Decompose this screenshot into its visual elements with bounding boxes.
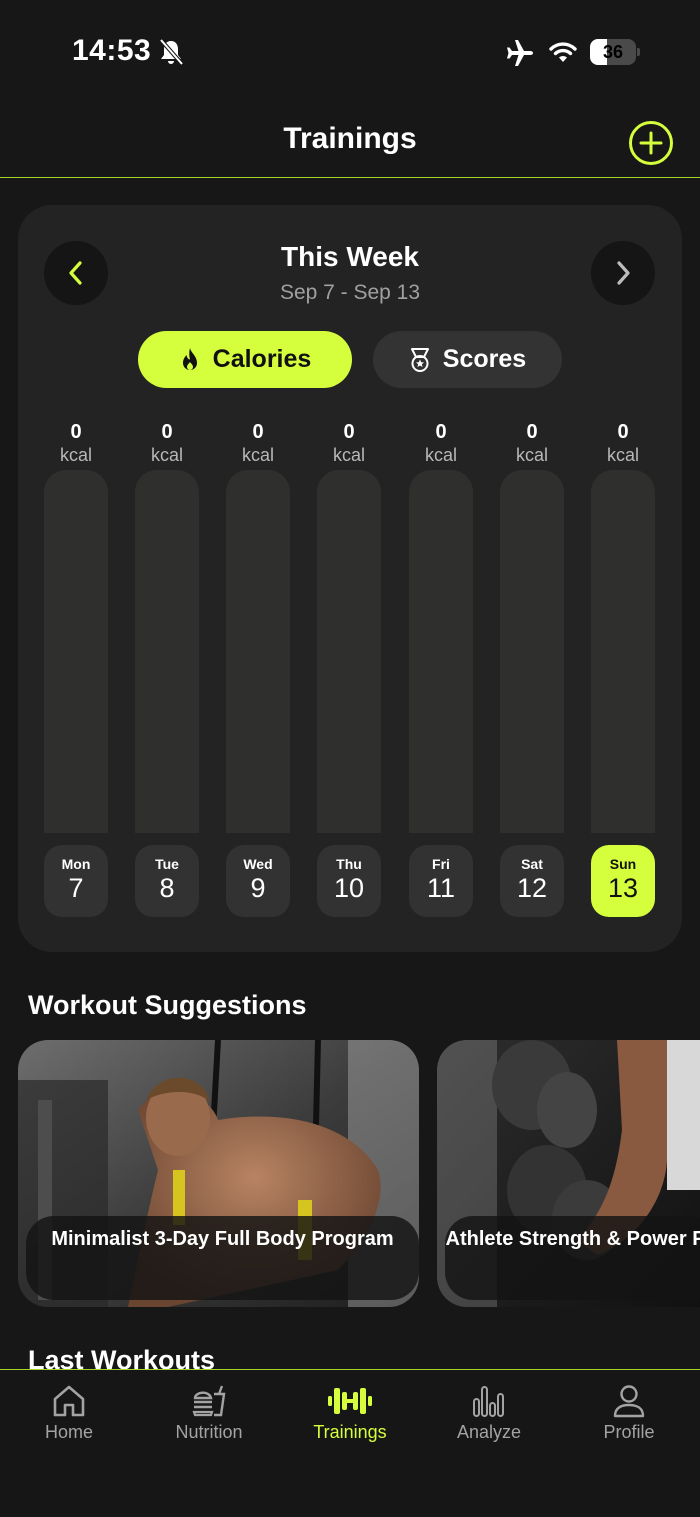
day-kcal-unit: kcal [424, 445, 457, 465]
day-number: 10 [333, 873, 365, 903]
day-number: 8 [159, 873, 175, 903]
battery-indicator: 36 [590, 39, 640, 65]
day-kcal-value: 0 [70, 421, 82, 443]
day-chip-sun[interactable]: Sun 13 [591, 845, 655, 917]
person-icon [613, 1385, 645, 1418]
day-calories-bar [500, 470, 564, 833]
day-number: 9 [250, 873, 266, 903]
tab-calories-label: Calories [212, 345, 312, 373]
day-kcal-unit: kcal [150, 445, 183, 465]
day-kcal-value: 0 [252, 421, 264, 443]
add-training-button[interactable] [628, 120, 674, 166]
day-calories-bar [44, 470, 108, 833]
day-name: Sat [521, 856, 543, 872]
day-chip-fri[interactable]: Fri 11 [409, 845, 473, 917]
week-title: This Week [281, 241, 419, 272]
day-kcal-value: 0 [617, 421, 629, 443]
day-name: Mon [61, 856, 91, 872]
week-range: Sep 7 - Sep 13 [279, 281, 421, 304]
bell-slash-icon [159, 38, 184, 66]
battery-percent: 36 [602, 42, 624, 62]
day-column[interactable]: 0 kcal Mon 7 [44, 418, 108, 918]
day-name: Fri [432, 856, 450, 872]
page-title: Trainings [283, 122, 417, 155]
day-calories-bar [135, 470, 199, 833]
nav-label: Trainings [313, 1422, 387, 1442]
airplane-icon [507, 40, 533, 66]
day-name: Wed [243, 856, 273, 872]
status-time: 14:53 [72, 34, 152, 67]
day-kcal-value: 0 [435, 421, 447, 443]
day-number: 7 [68, 873, 84, 903]
workout-suggestion-card[interactable]: Athlete Strength & Power Program [437, 1040, 700, 1307]
next-week-button[interactable] [591, 241, 655, 305]
nav-label: Home [44, 1422, 93, 1442]
day-chip-sat[interactable]: Sat 12 [500, 845, 564, 917]
day-calories-bar [591, 470, 655, 833]
tab-scores-label: Scores [442, 345, 527, 373]
nav-item-home[interactable]: Home [4, 1384, 134, 1454]
day-kcal-value: 0 [526, 421, 538, 443]
header: Trainings [0, 100, 700, 178]
bottom-navigation: Home Nutrition Trainings Analyze Profile [0, 1369, 700, 1517]
tab-scores[interactable]: Scores [373, 331, 562, 388]
nutrition-icon [192, 1385, 226, 1417]
day-column[interactable]: 0 kcal Sun 13 [591, 418, 655, 918]
day-column[interactable]: 0 kcal Fri 11 [409, 418, 473, 918]
day-name: Sun [609, 856, 637, 872]
day-kcal-unit: kcal [332, 445, 365, 465]
day-number: 13 [607, 873, 639, 903]
nav-item-profile[interactable]: Profile [564, 1384, 694, 1454]
nav-label: Profile [603, 1422, 655, 1442]
nav-item-trainings[interactable]: Trainings [285, 1384, 415, 1454]
workout-suggestion-card[interactable]: Minimalist 3-Day Full Body Program [18, 1040, 419, 1307]
day-calories-bar [409, 470, 473, 833]
day-chip-wed[interactable]: Wed 9 [226, 845, 290, 917]
tab-calories[interactable]: Calories [138, 331, 352, 388]
day-name: Thu [336, 856, 362, 872]
nav-item-analyze[interactable]: Analyze [424, 1384, 554, 1454]
home-icon [53, 1385, 85, 1417]
workout-caption: Athlete Strength & Power Program [445, 1216, 700, 1300]
day-kcal-unit: kcal [606, 445, 639, 465]
weekly-calories-card: This Week Sep 7 - Sep 13 Calories Scores… [18, 205, 682, 952]
day-chip-thu[interactable]: Thu 10 [317, 845, 381, 917]
workout-title: Athlete Strength & Power Program [445, 1228, 700, 1250]
wifi-icon [549, 42, 577, 62]
day-kcal-value: 0 [161, 421, 173, 443]
day-column[interactable]: 0 kcal Wed 9 [226, 418, 290, 918]
day-kcal-unit: kcal [59, 445, 92, 465]
status-bar: 14:53 36 [0, 0, 700, 100]
day-calories-bar [226, 470, 290, 833]
day-column[interactable]: 0 kcal Thu 10 [317, 418, 381, 918]
day-kcal-unit: kcal [241, 445, 274, 465]
day-kcal-unit: kcal [515, 445, 548, 465]
day-kcal-value: 0 [343, 421, 355, 443]
workout-title: Minimalist 3-Day Full Body Program [51, 1228, 394, 1250]
workout-caption: Minimalist 3-Day Full Body Program [26, 1216, 419, 1300]
day-calories-bar [317, 470, 381, 833]
day-column[interactable]: 0 kcal Tue 8 [135, 418, 199, 918]
day-number: 11 [426, 873, 456, 903]
dumbbell-icon [328, 1388, 372, 1414]
day-name: Tue [155, 856, 179, 872]
section-title-suggestions: Workout Suggestions [28, 990, 307, 1020]
nav-label: Nutrition [175, 1422, 243, 1442]
chevron-right-icon [617, 261, 630, 285]
day-column[interactable]: 0 kcal Sat 12 [500, 418, 564, 918]
flame-icon [182, 347, 197, 370]
nav-item-nutrition[interactable]: Nutrition [144, 1384, 274, 1454]
bar-chart-icon [473, 1386, 504, 1417]
nav-label: Analyze [456, 1422, 522, 1442]
medal-icon [410, 347, 429, 372]
day-chip-mon[interactable]: Mon 7 [44, 845, 108, 917]
day-chip-tue[interactable]: Tue 8 [135, 845, 199, 917]
day-number: 12 [516, 873, 548, 903]
